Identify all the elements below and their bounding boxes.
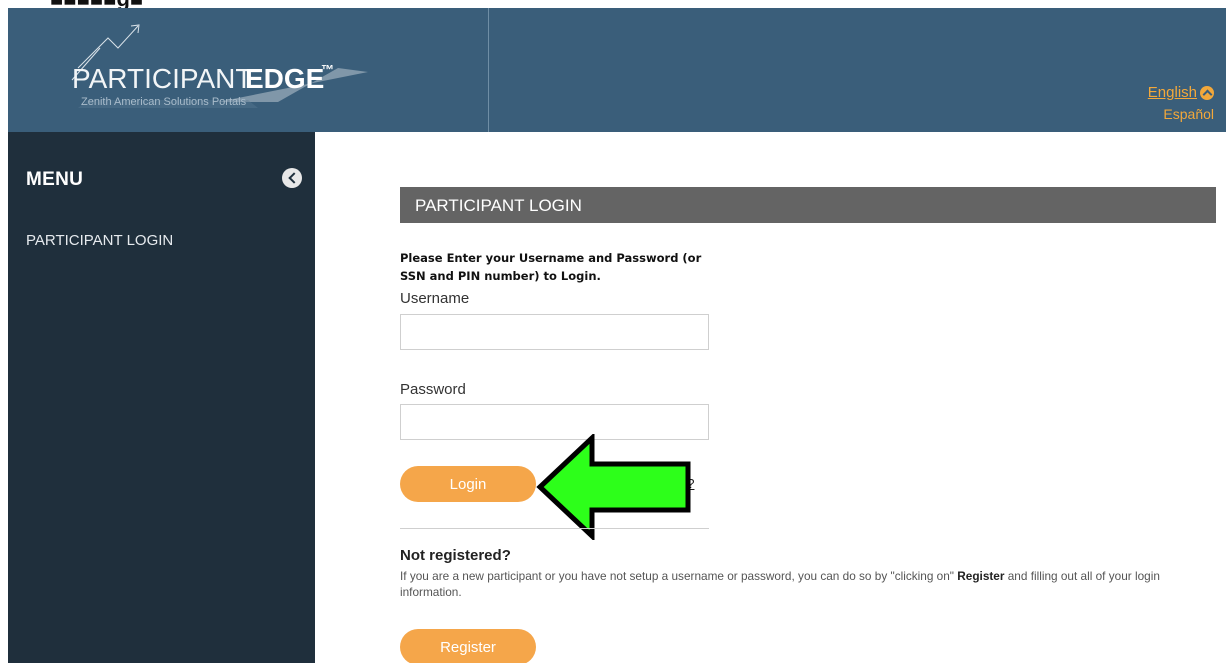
menu-title: MENU [26, 169, 84, 190]
login-instructions: Please Enter your Username and Password … [400, 251, 702, 283]
collapse-menu-icon[interactable] [282, 168, 302, 188]
section-divider [400, 528, 709, 529]
username-input[interactable] [400, 314, 709, 350]
language-english-label: English [1147, 84, 1197, 101]
left-margin [0, 0, 8, 663]
language-espanol-link[interactable]: Español [1148, 106, 1214, 122]
participant-edge-logo[interactable]: PARTICIPANT EDGE ™ Zenith American Solut… [8, 8, 488, 132]
logo-trademark: ™ [321, 62, 334, 77]
username-label: Username [400, 290, 470, 307]
annotation-arrow-icon [536, 434, 691, 540]
register-instructions: If you are a new participant or you have… [400, 568, 1220, 600]
login-button[interactable]: Login [400, 466, 536, 502]
register-text-before: If you are a new participant or you have… [400, 569, 958, 583]
site-header: PARTICIPANT EDGE ™ Zenith American Solut… [8, 8, 1226, 132]
language-switcher: English Español [1148, 84, 1214, 122]
language-english-link[interactable]: English [1148, 84, 1214, 101]
register-button[interactable]: Register [400, 629, 536, 663]
sidebar-menu: MENU PARTICIPANT LOGIN [8, 132, 315, 663]
logo-text-edge: EDGE [245, 63, 324, 94]
sidebar-item-participant-login[interactable]: PARTICIPANT LOGIN [26, 232, 173, 249]
not-registered-heading: Not registered? [400, 547, 511, 564]
panel-header: PARTICIPANT LOGIN [400, 187, 1216, 223]
chevron-up-icon[interactable] [1200, 85, 1214, 100]
logo-text-participant: PARTICIPANT [72, 63, 252, 94]
page: ■■■■■g■ PARTICIPANT EDGE ™ Zenith Americ… [0, 0, 1226, 663]
logo-tagline: Zenith American Solutions Portals [81, 96, 247, 108]
register-text-bold: Register [957, 569, 1005, 583]
clipped-text: ■■■■■g■ [50, 0, 143, 8]
header-divider [488, 8, 489, 132]
top-strip: ■■■■■g■ [0, 0, 1226, 8]
password-label: Password [400, 381, 466, 398]
